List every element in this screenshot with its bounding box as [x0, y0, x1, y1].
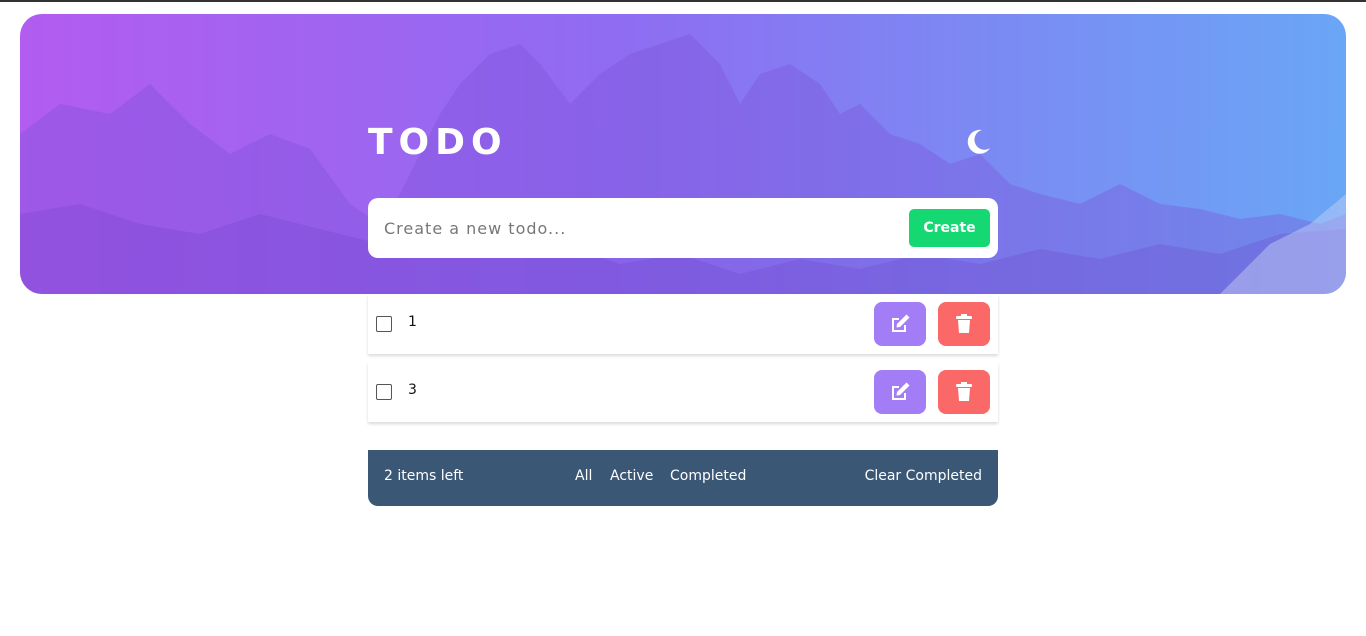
- todo-text: 1: [408, 314, 417, 330]
- create-button[interactable]: Create: [909, 209, 990, 247]
- create-todo-form: Create: [368, 198, 998, 258]
- todo-checkbox[interactable]: [376, 316, 392, 332]
- new-todo-input[interactable]: [384, 212, 894, 244]
- todo-item: 1: [368, 294, 998, 354]
- app-title: TODO: [368, 122, 508, 163]
- edit-button[interactable]: [874, 370, 926, 414]
- todo-item: 3: [368, 362, 998, 422]
- todo-checkbox[interactable]: [376, 384, 392, 400]
- filter-completed[interactable]: Completed: [670, 468, 746, 484]
- theme-toggle-button[interactable]: [962, 126, 994, 158]
- todo-text: 3: [408, 382, 417, 398]
- filter-active[interactable]: Active: [610, 468, 653, 484]
- edit-icon: [892, 382, 910, 400]
- todo-list: 1 3: [368, 294, 998, 430]
- window-top-border: [0, 0, 1366, 2]
- trash-icon: [956, 314, 972, 333]
- clear-completed-button[interactable]: Clear Completed: [865, 468, 982, 484]
- delete-button[interactable]: [938, 370, 990, 414]
- moon-icon: [967, 129, 990, 154]
- todo-footer: 2 items left All Active Completed Clear …: [368, 450, 998, 506]
- delete-button[interactable]: [938, 302, 990, 346]
- trash-icon: [956, 382, 972, 401]
- filter-all[interactable]: All: [575, 468, 592, 484]
- edit-icon: [892, 314, 910, 332]
- edit-button[interactable]: [874, 302, 926, 346]
- items-left-count: 2 items left: [384, 468, 464, 484]
